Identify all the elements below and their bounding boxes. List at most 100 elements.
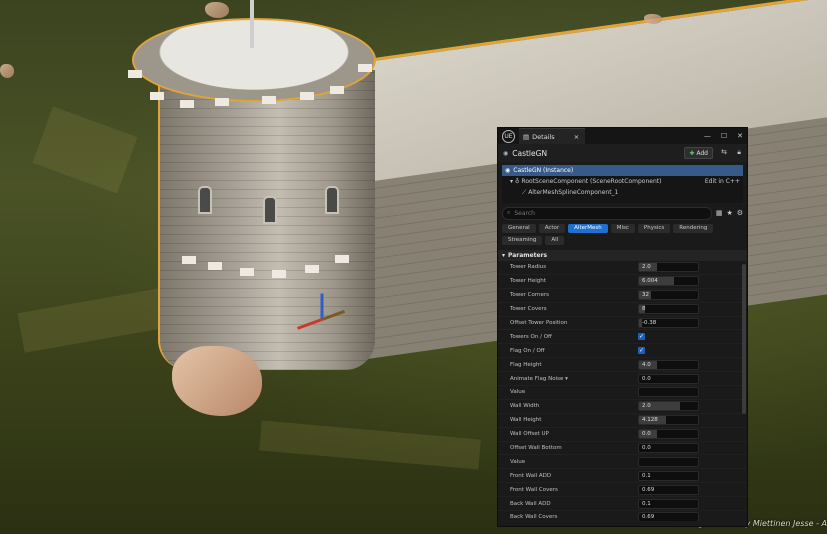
settings-gear-icon[interactable]: ⚙: [737, 209, 743, 217]
search-icon: ⌕: [507, 209, 511, 216]
lock-icon[interactable]: 🔒︎: [737, 148, 741, 157]
parameter-value-field[interactable]: 0.0: [638, 373, 699, 384]
tab-label: Details: [532, 132, 555, 141]
add-component-button[interactable]: ✚ Add: [684, 147, 713, 159]
parameter-value: -0.38: [642, 320, 657, 326]
parameter-value-field[interactable]: 8: [638, 304, 699, 315]
crenel: [335, 255, 349, 263]
section-title: Parameters: [508, 252, 548, 259]
crenel: [305, 265, 319, 273]
component-row-root[interactable]: ▾ ♁ RootSceneComponent (SceneRootCompone…: [502, 176, 743, 187]
tower-window: [198, 186, 212, 214]
scene-component-icon: ♁: [515, 178, 520, 185]
parameter-value-field[interactable]: 32: [638, 290, 699, 301]
details-titlebar[interactable]: UE ▤ Details × — ☐ ✕: [498, 128, 747, 145]
parameter-value-field[interactable]: 0.0: [638, 443, 699, 454]
crenel: [180, 100, 194, 108]
rock: [644, 14, 662, 24]
parameter-value-field[interactable]: 4.0: [638, 359, 699, 370]
collapse-arrow-icon: ▾: [502, 252, 506, 259]
edit-in-cpp-link[interactable]: Edit in C++: [705, 178, 740, 185]
crenel: [330, 86, 344, 94]
parameter-checkbox[interactable]: ✓: [638, 333, 645, 341]
scrollbar[interactable]: [742, 264, 746, 414]
blueprint-icon[interactable]: ⇆: [721, 148, 727, 156]
parameter-value-field[interactable]: 0.1: [638, 498, 699, 509]
details-panel[interactable]: UE ▤ Details × — ☐ ✕ ◉ CastleGN ✚ Add ⇆ …: [497, 127, 748, 527]
parameter-row: Towers On / Off ✓: [498, 330, 747, 345]
crenel: [215, 98, 229, 106]
parameter-value-field[interactable]: 0.1: [638, 470, 699, 481]
component-label: RootSceneComponent (SceneRootComponent): [521, 178, 662, 185]
filter-physics[interactable]: Physics: [637, 224, 671, 233]
parameter-value-field[interactable]: 4.128: [638, 415, 699, 426]
parameter-value-field[interactable]: 6.004: [638, 276, 699, 287]
parameter-value: 0.0: [642, 445, 651, 452]
actor-name: CastleGN: [512, 148, 548, 158]
crenel: [262, 96, 276, 104]
rock: [205, 2, 229, 18]
search-input[interactable]: ⌕ Search: [502, 206, 712, 220]
parameters-section-header[interactable]: ▾ Parameters: [498, 250, 747, 261]
parameter-value-field[interactable]: 2.0: [638, 262, 699, 273]
close-window-icon[interactable]: ✕: [737, 132, 743, 140]
parameter-name: Offset Tower Position: [510, 320, 568, 326]
add-button-label: Add: [696, 149, 708, 157]
parameter-row: Back Wall ADD 0.1: [498, 497, 747, 512]
component-row-instance[interactable]: ◉ CastleGN (Instance): [502, 165, 743, 176]
parameter-value-field[interactable]: 0.69: [638, 512, 699, 521]
actor-icon: ◉: [503, 149, 509, 157]
filter-rendering[interactable]: Rendering: [673, 224, 714, 233]
rock: [0, 64, 14, 78]
parameter-value: 0.0: [642, 431, 651, 438]
crenel: [208, 262, 222, 270]
parameter-row: Tower Corners 32: [498, 289, 747, 303]
parameter-checkbox[interactable]: ✓: [638, 347, 645, 355]
parameter-name: Tower Height: [510, 278, 546, 285]
crenel: [300, 92, 314, 100]
maximize-icon[interactable]: ☐: [721, 132, 727, 140]
parameter-value-field[interactable]: 0.0: [638, 429, 699, 440]
parameter-row: Wall Width 2.0: [498, 400, 747, 414]
parameter-value: 32: [642, 292, 649, 299]
parameter-value-field[interactable]: 0.69: [638, 484, 699, 495]
parameter-value-field[interactable]: 2.0: [638, 401, 699, 412]
parameter-name: Tower Radius: [510, 264, 547, 271]
parameter-name: Flag On / Off: [510, 347, 545, 354]
filter-general[interactable]: General: [502, 224, 536, 233]
close-tab-icon[interactable]: ×: [574, 133, 579, 141]
parameter-value-field[interactable]: [638, 456, 699, 467]
minimize-icon[interactable]: —: [704, 132, 711, 140]
parameter-row: Offset Tower Position -0.38: [498, 317, 747, 331]
gizmo-z-axis[interactable]: [320, 293, 324, 320]
unreal-logo-icon: UE: [502, 129, 515, 143]
parameter-name: Tower Covers: [510, 306, 547, 313]
filter-altermesh[interactable]: AlterMesh: [568, 224, 608, 233]
parameter-row: Value: [498, 455, 747, 470]
parameter-value-field[interactable]: [638, 387, 699, 398]
category-filters: General Actor AlterMesh Misc Physics Ren…: [502, 224, 743, 245]
search-placeholder: Search: [514, 209, 535, 217]
tab-details[interactable]: ▤ Details ×: [519, 128, 586, 145]
parameter-value-field[interactable]: -0.38: [638, 318, 699, 328]
expand-arrow-icon: ▾: [510, 178, 514, 185]
component-tree[interactable]: ◉ CastleGN (Instance) ▾ ♁ RootSceneCompo…: [502, 165, 743, 203]
parameter-value: 0.0: [642, 375, 651, 382]
parameter-name: Value: [510, 389, 526, 396]
parameter-value: 0.1: [642, 472, 651, 479]
parameter-name: Value: [510, 458, 526, 465]
parameter-name: Back Wall Covers: [510, 514, 558, 521]
table-view-icon[interactable]: ▦: [716, 209, 723, 217]
component-row-spline[interactable]: ⟋ AlterMeshSplineComponent_1: [502, 187, 743, 198]
favorite-star-icon[interactable]: ★: [726, 209, 732, 217]
parameter-row: Wall Offset UP 0.0: [498, 428, 747, 442]
parameter-row: Tower Radius 2.0: [498, 261, 747, 275]
filter-streaming[interactable]: Streaming: [502, 236, 543, 245]
filter-misc[interactable]: Misc: [610, 224, 635, 233]
filter-actor[interactable]: Actor: [538, 224, 566, 233]
parameter-name: Wall Height: [510, 417, 542, 424]
crenel: [358, 64, 372, 72]
parameter-row: Wall Height 4.128: [498, 414, 747, 428]
filter-all[interactable]: All: [545, 236, 565, 245]
parameter-name: Flag Height: [510, 361, 542, 368]
